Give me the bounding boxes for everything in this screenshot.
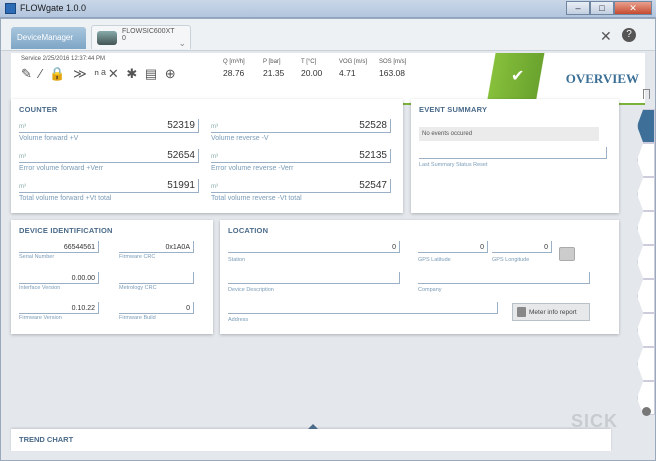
counter-label: Error volume reverse -Verr (211, 165, 294, 172)
meter-info-report-button[interactable]: Meter info report (512, 303, 590, 321)
tools-icon[interactable]: ✕ (600, 28, 612, 45)
nav-item[interactable] (637, 313, 655, 347)
status-icons[interactable]: ✎ ⁄ 🔒 ≫ ⁿᵃ✕ ✱ ▤ ⊕ (21, 66, 178, 82)
counter-label: Volume forward +V (19, 135, 79, 142)
gps-latitude-label: GPS Latitude (418, 257, 451, 263)
trend-chart-bar[interactable]: TREND CHART (11, 424, 611, 451)
close-button[interactable]: ✕ (614, 1, 652, 15)
measurement-t: T [°C] 20.00 (301, 59, 323, 78)
tab-device-label: FLOWSIC600XT (122, 28, 175, 35)
device-identification-panel: DEVICE IDENTIFICATION 66544561 Serial Nu… (11, 220, 213, 334)
scroll-indicator-dot[interactable] (642, 407, 651, 416)
measurement-vog: VOG [m/s] 4.71 (339, 59, 368, 78)
minimize-button[interactable]: – (566, 1, 590, 15)
company-label: Company (418, 287, 442, 293)
gps-longitude-field[interactable]: 0 (492, 241, 552, 253)
tab-close-icon[interactable]: ⌄ (178, 38, 186, 49)
location-title: LOCATION (228, 226, 269, 235)
firmware-version-label: Firmware Version (19, 315, 62, 321)
device-description-field[interactable] (228, 272, 400, 284)
firmware-version-field: 0.10.22 (19, 302, 99, 314)
summary-reset-field (419, 147, 607, 159)
station-label: Station (228, 257, 246, 263)
counter-label: Error volume forward +Verr (19, 165, 104, 172)
event-summary-panel: EVENT SUMMARY No events occured Last Sum… (411, 99, 619, 213)
interface-version-label: Interface Version (19, 285, 61, 291)
event-summary-title: EVENT SUMMARY (419, 105, 488, 114)
report-icon (517, 307, 526, 317)
nav-item[interactable] (637, 143, 655, 177)
counter-title: COUNTER (19, 105, 58, 114)
help-icon[interactable]: ? (622, 28, 636, 42)
counter-field: m³ 52528 (211, 119, 391, 133)
firmware-crc-label: Firmware CRC (119, 254, 156, 260)
counter-label: Total volume reverse -Vt total (211, 195, 302, 202)
nav-item[interactable] (637, 347, 655, 381)
bookmark-icon[interactable] (643, 89, 650, 99)
measurement-p: P [bar] 21.35 (263, 59, 285, 78)
maximize-button[interactable]: □ (590, 1, 614, 15)
counter-field: m³ 52547 (211, 179, 391, 193)
device-identification-title: DEVICE IDENTIFICATION (19, 226, 113, 235)
counter-label: Volume reverse -V (211, 135, 269, 142)
tab-bar: DeviceManager FLOWSIC600XT 0 ⌄ ✕ ? (1, 19, 655, 51)
firmware-build-field: 0 (119, 302, 194, 314)
firmware-crc-field: 0x1A0A (119, 241, 194, 253)
firmware-build-label: Firmware Build (119, 315, 156, 321)
address-label: Address (228, 317, 249, 323)
status-ok-indicator: ✔ (481, 53, 551, 103)
nav-overview[interactable] (637, 109, 655, 143)
gps-longitude-label: GPS Longitude (492, 257, 530, 263)
counter-field: m³ 51991 (19, 179, 199, 193)
service-timestamp: Service 2/25/2016 12:37:44 PM (21, 56, 106, 62)
expand-caret-icon[interactable] (308, 424, 318, 429)
map-icon[interactable] (559, 247, 575, 261)
app-window: DeviceManager FLOWSIC600XT 0 ⌄ ✕ ? Servi… (0, 18, 656, 461)
company-field[interactable] (418, 272, 590, 284)
nav-item[interactable] (637, 177, 655, 211)
interface-version-field: 0.00.00 (19, 272, 99, 284)
metrology-crc-label: Metrology CRC (119, 285, 157, 291)
counter-label: Total volume forward +Vt total (19, 195, 112, 202)
location-panel: LOCATION 0 Station 0 GPS Latitude 0 GPS … (220, 220, 619, 334)
status-bar: Service 2/25/2016 12:37:44 PM ✎ ⁄ 🔒 ≫ ⁿᵃ… (11, 53, 645, 105)
gps-latitude-field[interactable]: 0 (418, 241, 488, 253)
counter-panel: COUNTER m³ 52319 Volume forward +V m³ 5252… (11, 99, 403, 213)
address-field[interactable] (228, 302, 498, 314)
app-icon (5, 3, 16, 14)
tab-device-manager[interactable]: DeviceManager (11, 27, 86, 49)
counter-field: m³ 52319 (19, 119, 199, 133)
trend-chart-title: TREND CHART (19, 435, 74, 444)
station-field[interactable]: 0 (228, 241, 400, 253)
window-title: FLOWgate 1.0.0 (20, 3, 87, 13)
nav-item[interactable] (637, 211, 655, 245)
overview-label: OVERVIEW (565, 71, 639, 86)
nav-item[interactable] (637, 279, 655, 313)
no-events-message: No events occured (419, 127, 599, 141)
metrology-crc-field (119, 272, 194, 284)
measurement-q: Q [m³/h] 28.76 (223, 59, 245, 78)
device-icon (97, 31, 117, 45)
tab-device[interactable]: FLOWSIC600XT 0 ⌄ (91, 25, 191, 49)
serial-number-field: 66544561 (19, 241, 99, 253)
nav-item[interactable] (637, 245, 655, 279)
serial-number-label: Serial Number (19, 254, 55, 260)
counter-field: m³ 52654 (19, 149, 199, 163)
counter-field: m³ 52135 (211, 149, 391, 163)
summary-reset-label: Last Summary Status Reset (419, 162, 488, 168)
device-description-label: Device Description (228, 287, 274, 293)
title-bar: FLOWgate 1.0.0 – □ ✕ (0, 0, 656, 18)
check-icon: ✔ (511, 68, 525, 85)
measurement-sos: SOS [m/s] 163.08 (379, 59, 407, 78)
